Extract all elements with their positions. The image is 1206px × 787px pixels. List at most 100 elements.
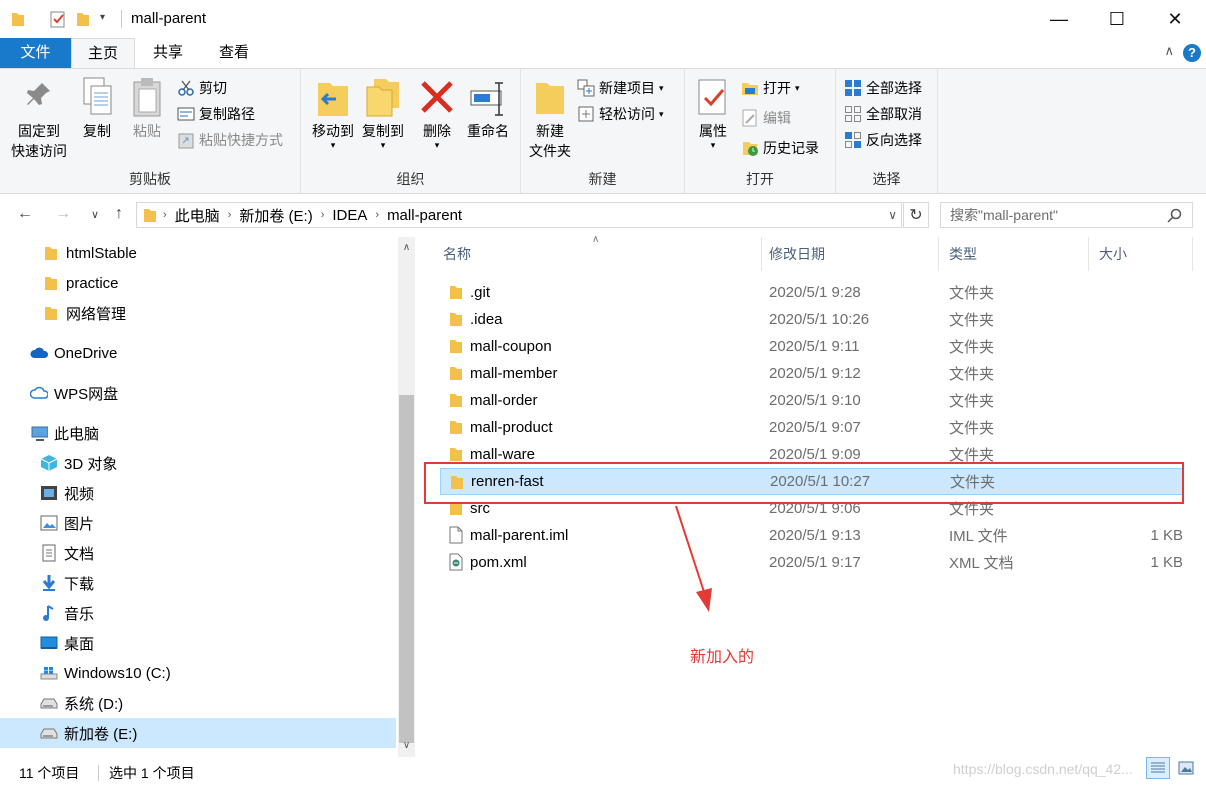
breadcrumb-mall-parent[interactable]: mall-parent <box>381 207 468 224</box>
copy-path-button[interactable]: 复制路径 <box>177 103 255 125</box>
scroll-up-arrow-icon[interactable]: ∧ <box>398 239 415 256</box>
collapse-ribbon-chevron-icon[interactable]: ∧ <box>1164 43 1174 59</box>
file-row[interactable]: mall-member 2020/5/1 9:12 文件夹 <box>440 360 1183 387</box>
nav-item-label: 音乐 <box>64 605 95 623</box>
open-folder-icon <box>741 79 759 97</box>
file-row[interactable]: mall-parent.iml 2020/5/1 9:13 IML 文件 1 KB <box>440 522 1183 549</box>
back-arrow-icon[interactable]: ← <box>14 203 36 225</box>
copy-path-label: 复制路径 <box>199 106 255 122</box>
file-row[interactable]: pom.xml 2020/5/1 9:17 XML 文档 1 KB <box>440 549 1183 576</box>
history-button[interactable]: 历史记录 <box>741 137 819 159</box>
breadcrumb-separator-icon: › <box>320 209 325 221</box>
breadcrumb-idea[interactable]: IDEA <box>326 207 373 224</box>
column-name[interactable]: 名称 <box>433 237 762 271</box>
nav-item-downloads[interactable]: 下载 <box>0 568 396 598</box>
nav-item-label: 系统 (D:) <box>64 695 124 713</box>
file-row[interactable]: mall-product 2020/5/1 9:07 文件夹 <box>440 414 1183 441</box>
paste-shortcut-button[interactable]: 粘贴快捷方式 <box>177 129 283 151</box>
new-folder-button[interactable]: 新建 文件夹 <box>523 75 577 161</box>
customize-quick-access-chevron-icon[interactable]: ▾ <box>100 12 105 32</box>
nav-item-this-pc[interactable]: 此电脑 <box>0 418 396 448</box>
minimize-button[interactable]: — <box>1030 0 1088 38</box>
nav-item-wps-cloud[interactable]: WPS网盘 <box>0 378 396 408</box>
file-type: 文件夹 <box>949 420 995 437</box>
tab-share[interactable]: 共享 <box>139 38 197 68</box>
file-row[interactable]: .idea 2020/5/1 10:26 文件夹 <box>440 306 1183 333</box>
nav-item-music[interactable]: 音乐 <box>0 598 396 628</box>
column-type[interactable]: 类型 <box>939 237 1089 271</box>
nav-item-desktop[interactable]: 桌面 <box>0 628 396 658</box>
tab-file[interactable]: 文件 <box>0 38 71 68</box>
tab-view[interactable]: 查看 <box>203 38 265 68</box>
easy-access-button[interactable]: 轻松访问 ▾ <box>577 103 664 125</box>
nav-item-practice[interactable]: practice <box>0 268 396 298</box>
select-all-button[interactable]: 全部选择 <box>844 77 922 99</box>
scroll-down-arrow-icon[interactable]: ∨ <box>398 737 415 754</box>
cut-button[interactable]: 剪切 <box>177 77 227 99</box>
ribbon-tabs: 文件 主页 共享 查看 ∧ ? <box>0 38 1206 68</box>
nav-item-videos[interactable]: 视频 <box>0 478 396 508</box>
nav-item-documents[interactable]: 文档 <box>0 538 396 568</box>
delete-button[interactable]: 删除 ▾ <box>417 75 457 150</box>
address-bar[interactable]: › 此电脑 › 新加卷 (E:) › IDEA › mall-parent ∨ <box>136 202 902 228</box>
rename-button[interactable]: 重命名 <box>463 75 513 141</box>
column-date-modified[interactable]: 修改日期 <box>759 237 939 271</box>
file-name: pom.xml <box>470 554 527 571</box>
pin-to-quick-access-button[interactable]: 固定到 快速访问 <box>6 75 72 161</box>
delete-label: 删除 <box>423 123 451 139</box>
nav-item-drive-d[interactable]: 系统 (D:) <box>0 688 396 718</box>
easy-access-dropdown-icon: ▾ <box>659 109 664 119</box>
file-row[interactable]: mall-order 2020/5/1 9:10 文件夹 <box>440 387 1183 414</box>
invert-selection-button[interactable]: 反向选择 <box>844 129 922 151</box>
select-none-button[interactable]: 全部取消 <box>844 103 922 125</box>
title-bar: ▾ mall-parent — ☐ ✕ <box>0 0 1206 38</box>
properties-quick-icon[interactable] <box>49 9 67 29</box>
file-row[interactable]: .git 2020/5/1 9:28 文件夹 <box>440 279 1183 306</box>
close-button[interactable]: ✕ <box>1146 0 1204 38</box>
new-item-button[interactable]: 新建项目 ▾ <box>577 77 664 99</box>
refresh-icon[interactable]: ↻ <box>903 202 929 228</box>
search-input[interactable]: 搜索"mall-parent" <box>940 202 1193 228</box>
maximize-button[interactable]: ☐ <box>1088 0 1146 38</box>
file-type: 文件夹 <box>949 393 995 410</box>
forward-arrow-icon[interactable]: → <box>52 203 74 225</box>
properties-button[interactable]: 属性 ▾ <box>689 75 737 150</box>
edit-button[interactable]: 编辑 <box>741 107 791 129</box>
recent-locations-chevron-icon[interactable]: ∨ <box>84 203 106 225</box>
open-button[interactable]: 打开 ▾ <box>741 77 800 99</box>
paste-button[interactable]: 粘贴 <box>126 75 168 141</box>
nav-item-drive-c[interactable]: Windows10 (C:) <box>0 658 396 688</box>
move-to-button[interactable]: 移动到 ▾ <box>305 75 361 150</box>
invert-selection-icon <box>844 131 862 149</box>
large-icons-view-icon[interactable] <box>1174 757 1198 779</box>
file-type: 文件夹 <box>949 285 995 302</box>
copy-button[interactable]: 复制 <box>76 75 118 141</box>
breadcrumb-drive-e[interactable]: 新加卷 (E:) <box>233 205 318 226</box>
nav-item-onedrive[interactable]: OneDrive <box>0 338 396 368</box>
details-view-icon[interactable] <box>1146 757 1170 779</box>
address-history-chevron-icon[interactable]: ∨ <box>888 208 897 222</box>
scrollbar-thumb[interactable] <box>399 395 414 743</box>
copy-to-button[interactable]: 复制到 ▾ <box>355 75 411 150</box>
up-arrow-icon[interactable]: ↑ <box>108 203 130 225</box>
nav-item-pictures[interactable]: 图片 <box>0 508 396 538</box>
pictures-icon <box>40 514 58 532</box>
new-item-icon <box>577 79 595 97</box>
navigation-pane-scrollbar[interactable]: ∧ ∨ <box>398 237 415 757</box>
file-type: 文件夹 <box>949 339 995 356</box>
nav-item-htmlstable[interactable]: htmlStable <box>0 238 396 268</box>
nav-item-network-management[interactable]: 网络管理 <box>0 298 396 328</box>
onedrive-icon <box>30 344 48 362</box>
help-icon[interactable]: ? <box>1183 44 1201 62</box>
new-folder-quick-icon[interactable] <box>75 9 91 29</box>
breadcrumb-this-pc[interactable]: 此电脑 <box>169 205 226 226</box>
column-size[interactable]: 大小 <box>1089 237 1193 271</box>
nav-item-drive-e[interactable]: 新加卷 (E:) <box>0 718 396 748</box>
nav-item-3d-objects[interactable]: 3D 对象 <box>0 448 396 478</box>
ribbon: 固定到 快速访问 复制 粘贴 剪切 复制路径 粘贴快捷方式 剪贴板 移动到 ▾ … <box>0 68 1206 194</box>
clipboard-group-label: 剪贴板 <box>129 171 171 187</box>
drive-icon <box>40 694 58 712</box>
file-row[interactable]: mall-coupon 2020/5/1 9:11 文件夹 <box>440 333 1183 360</box>
tab-home[interactable]: 主页 <box>71 38 135 68</box>
title-separator <box>121 10 122 28</box>
